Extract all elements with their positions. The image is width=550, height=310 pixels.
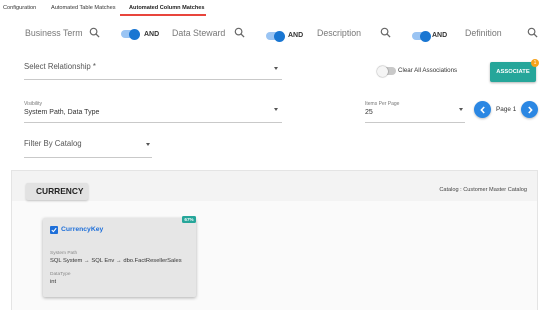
relationship-select[interactable]: Select Relationship * bbox=[24, 58, 282, 80]
active-tab-indicator bbox=[120, 14, 206, 16]
visibility-select[interactable]: Visibility System Path, Data Type bbox=[24, 99, 282, 123]
column-name[interactable]: CurrencyKey bbox=[61, 226, 103, 233]
match-score-badge: 67% bbox=[182, 216, 196, 223]
data-steward-and-toggle[interactable] bbox=[266, 30, 285, 42]
chevron-right-icon bbox=[527, 105, 533, 114]
datatype-label: DataType bbox=[50, 272, 71, 277]
description-and-toggle[interactable] bbox=[412, 30, 431, 42]
tab-automated-table-matches[interactable]: Automated Table Matches bbox=[51, 5, 116, 11]
tab-configuration[interactable]: Configuration bbox=[3, 5, 36, 11]
dropdown-caret-icon bbox=[274, 108, 278, 111]
and-label: AND bbox=[288, 32, 304, 39]
search-icon[interactable] bbox=[234, 27, 245, 38]
visibility-underline bbox=[24, 122, 282, 123]
items-per-page-value: 25 bbox=[365, 109, 373, 116]
visibility-label: Visibility bbox=[24, 101, 42, 107]
visibility-value: System Path, Data Type bbox=[24, 109, 100, 116]
search-icon[interactable] bbox=[527, 27, 538, 38]
search-icon[interactable] bbox=[89, 27, 100, 38]
filter-by-catalog-underline bbox=[24, 157, 152, 158]
datatype-value: int bbox=[50, 279, 57, 285]
data-steward-field[interactable]: Data Steward bbox=[172, 28, 225, 38]
chevron-left-icon bbox=[479, 105, 485, 114]
data-steward-filter[interactable]: Data Steward bbox=[172, 24, 252, 50]
associate-button[interactable]: ASSOCIATE bbox=[490, 62, 536, 82]
business-term-filter[interactable]: Business Term bbox=[25, 24, 105, 50]
toggle-knob bbox=[377, 65, 388, 77]
clear-all-associations-toggle[interactable] bbox=[377, 65, 396, 77]
next-page-button[interactable] bbox=[521, 101, 538, 118]
search-icon[interactable] bbox=[380, 27, 391, 38]
page-indicator: Page 1 bbox=[496, 106, 517, 113]
business-term-field[interactable]: Business Term bbox=[25, 28, 83, 38]
table-name-chip: CURRENCY bbox=[26, 183, 88, 200]
and-label: AND bbox=[144, 31, 160, 38]
tab-bar: Configuration Automated Table Matches Au… bbox=[0, 0, 550, 16]
filter-by-catalog-select[interactable]: Filter By Catalog bbox=[24, 136, 152, 158]
items-per-page-label: Items Per Page bbox=[365, 101, 400, 107]
items-per-page-underline bbox=[365, 122, 465, 123]
system-path-label: System Path bbox=[50, 251, 78, 256]
definition-field[interactable]: Definition bbox=[465, 28, 502, 38]
relationship-placeholder: Select Relationship * bbox=[24, 62, 96, 71]
table-group-header: CURRENCY Catalog : Customer Master Catal… bbox=[12, 171, 537, 201]
column-match-card[interactable]: CurrencyKey System Path SQL System → SQL… bbox=[43, 218, 196, 297]
associate-count-badge: 1 bbox=[531, 59, 539, 67]
filter-by-catalog-placeholder: Filter By Catalog bbox=[24, 139, 82, 148]
clear-all-associations-label: Clear All Associations bbox=[398, 67, 458, 74]
business-term-and-toggle[interactable] bbox=[121, 28, 140, 40]
results-panel: CURRENCY Catalog : Customer Master Catal… bbox=[11, 170, 538, 310]
toggle-knob bbox=[420, 30, 431, 42]
items-per-page-select[interactable]: Items Per Page 25 bbox=[365, 99, 465, 123]
dropdown-caret-icon bbox=[274, 67, 278, 70]
catalog-name: Catalog : Customer Master Catalog bbox=[439, 187, 527, 193]
tab-automated-column-matches[interactable]: Automated Column Matches bbox=[129, 5, 205, 11]
definition-filter[interactable]: Definition bbox=[465, 24, 543, 50]
dropdown-caret-icon bbox=[146, 143, 150, 146]
checkbox-checked-icon bbox=[51, 227, 57, 233]
previous-page-button[interactable] bbox=[474, 101, 491, 118]
system-path-value: SQL System → SQL Env → dbo.FactResellerS… bbox=[50, 258, 182, 264]
description-filter[interactable]: Description bbox=[317, 24, 397, 50]
toggle-knob bbox=[274, 30, 285, 42]
toggle-knob bbox=[129, 28, 140, 40]
relationship-underline bbox=[24, 79, 282, 80]
dropdown-caret-icon bbox=[459, 108, 463, 111]
column-select-checkbox[interactable] bbox=[50, 226, 58, 234]
and-label: AND bbox=[432, 32, 448, 39]
description-field[interactable]: Description bbox=[317, 28, 361, 38]
